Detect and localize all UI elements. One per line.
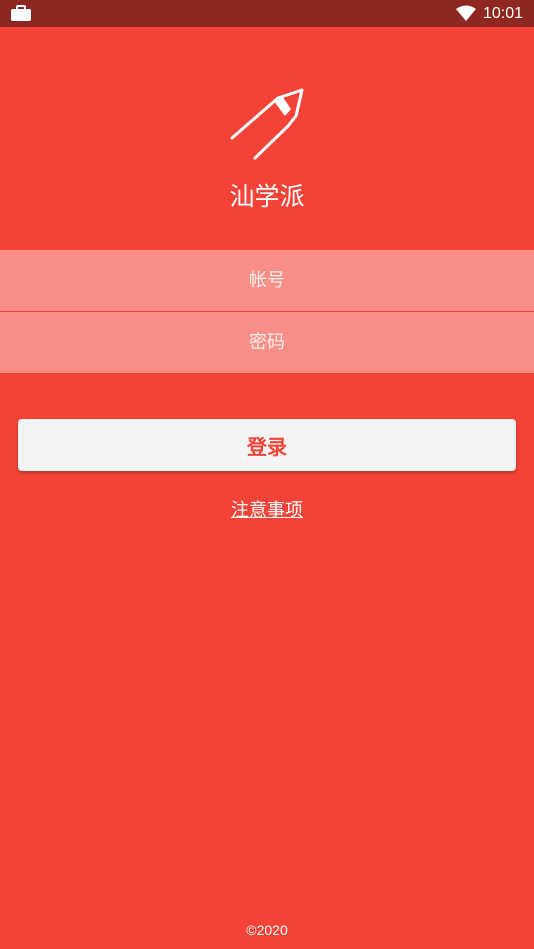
- copyright-text: ©2020: [246, 922, 288, 938]
- login-screen: 10:01 汕学派 登录 注意事项 ©2020: [0, 0, 534, 949]
- status-bar: 10:01: [0, 0, 534, 27]
- app-name: 汕学派: [229, 182, 305, 211]
- notice-link[interactable]: 注意事项: [0, 499, 534, 523]
- status-time: 10:01: [483, 5, 524, 22]
- password-field-row: [0, 312, 534, 373]
- login-button[interactable]: 登录: [18, 419, 516, 471]
- account-input[interactable]: [0, 250, 534, 311]
- login-form: [0, 250, 534, 373]
- pen-nib-icon: [230, 88, 304, 160]
- account-field-row: [0, 250, 534, 311]
- password-input[interactable]: [0, 312, 534, 373]
- briefcase-icon: [11, 5, 31, 21]
- wifi-icon: [456, 5, 476, 21]
